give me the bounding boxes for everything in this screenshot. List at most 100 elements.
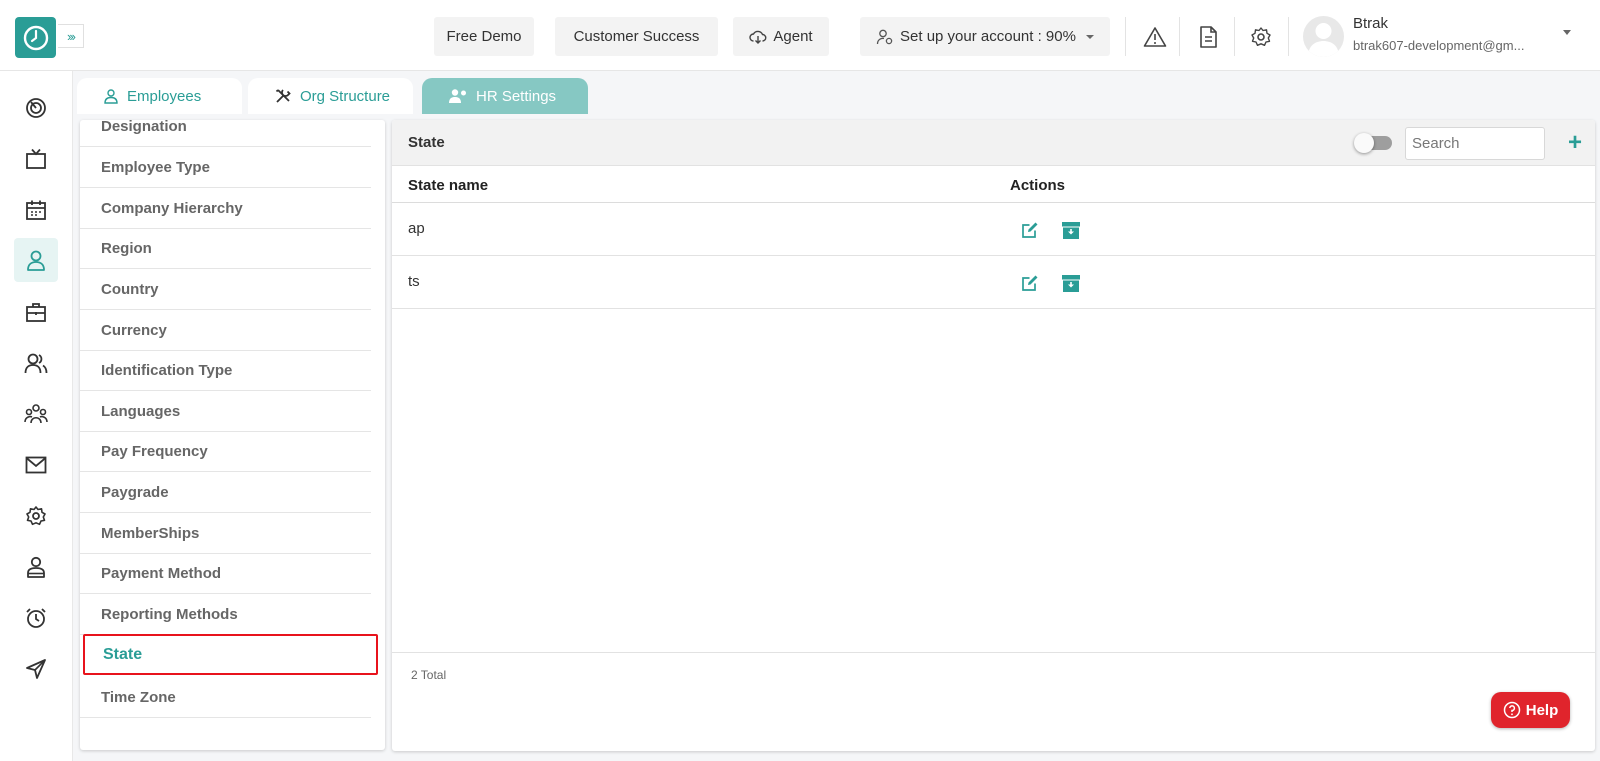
- settings-item-designation[interactable]: Designation: [80, 120, 371, 147]
- help-label: Help: [1525, 701, 1559, 719]
- settings-item-label: State: [103, 645, 143, 663]
- settings-gear-icon[interactable]: [1248, 24, 1274, 50]
- mail-icon[interactable]: [14, 443, 58, 487]
- team-icon[interactable]: [14, 392, 58, 436]
- tab-hr-settings[interactable]: HR Settings: [422, 78, 588, 114]
- settings-item-label: Languages: [101, 402, 181, 420]
- user-icon: [104, 89, 118, 104]
- tab-employees-label: Employees: [127, 87, 202, 105]
- gear-icon[interactable]: [14, 494, 58, 538]
- settings-item-label: Identification Type: [101, 361, 233, 379]
- settings-item-payment-method[interactable]: Payment Method: [80, 553, 371, 594]
- users-gear-icon: [449, 89, 466, 103]
- edit-icon[interactable]: [1019, 272, 1041, 294]
- settings-item-label: Designation: [101, 120, 187, 135]
- users-icon[interactable]: [14, 341, 58, 385]
- settings-item-memberships[interactable]: MemberShips: [80, 513, 371, 554]
- archive-icon[interactable]: [1060, 219, 1082, 241]
- cloud-download-icon: [749, 30, 767, 44]
- tools-icon: [275, 89, 291, 103]
- column-header-state-name: State name: [408, 177, 489, 194]
- settings-item-label: Country: [101, 280, 159, 298]
- table-row: ts: [392, 256, 1595, 309]
- avatar[interactable]: [1303, 16, 1344, 57]
- settings-item-label: Company Hierarchy: [101, 199, 243, 217]
- user-icon[interactable]: [14, 238, 58, 282]
- table-row: ap: [392, 203, 1595, 256]
- dashboard-icon[interactable]: [14, 86, 58, 130]
- settings-item-label: Paygrade: [101, 483, 169, 501]
- settings-item-identification-type[interactable]: Identification Type: [80, 350, 371, 391]
- settings-item-paygrade[interactable]: Paygrade: [80, 472, 371, 513]
- settings-item-state[interactable]: State: [83, 634, 378, 675]
- agent-button[interactable]: Agent: [733, 17, 829, 56]
- state-name-cell: ts: [408, 273, 420, 290]
- settings-item-label: Time Zone: [101, 688, 176, 706]
- calendar-icon[interactable]: [14, 188, 58, 232]
- settings-item-country[interactable]: Country: [80, 269, 371, 310]
- setup-account-button[interactable]: Set up your account : 90%: [860, 17, 1110, 56]
- help-button[interactable]: Help: [1491, 692, 1570, 728]
- left-nav-rail: [0, 71, 73, 761]
- search-input[interactable]: [1405, 127, 1545, 160]
- tab-hr-settings-label: HR Settings: [476, 87, 557, 105]
- customer-success-button[interactable]: Customer Success: [555, 17, 718, 56]
- document-icon[interactable]: [1195, 24, 1221, 50]
- user-gear-icon: [876, 29, 893, 44]
- user-menu-chevron-icon[interactable]: [1563, 30, 1571, 35]
- tv-icon[interactable]: [14, 137, 58, 181]
- chevron-down-icon: [1085, 34, 1094, 39]
- archive-toggle[interactable]: [1354, 133, 1392, 153]
- divider: [1179, 17, 1180, 56]
- settings-item-label: Employee Type: [101, 158, 210, 176]
- agent-label: Agent: [773, 28, 813, 45]
- settings-item-pay-frequency[interactable]: Pay Frequency: [80, 431, 371, 472]
- profile-icon[interactable]: [14, 545, 58, 589]
- user-email: btrak607-development@gm...: [1353, 38, 1525, 53]
- customer-success-label: Customer Success: [573, 28, 700, 45]
- free-demo-label: Free Demo: [446, 28, 522, 45]
- free-demo-button[interactable]: Free Demo: [434, 17, 534, 56]
- settings-item-label: Region: [101, 239, 152, 257]
- settings-item-label: Pay Frequency: [101, 442, 208, 460]
- settings-item-employee-type[interactable]: Employee Type: [80, 147, 371, 188]
- footer-divider: [392, 652, 1595, 653]
- divider: [1234, 17, 1235, 56]
- settings-item-reporting-methods[interactable]: Reporting Methods: [80, 594, 371, 635]
- panel-header: State +: [392, 120, 1595, 166]
- clock-logo-icon: [23, 25, 48, 50]
- archive-icon[interactable]: [1060, 272, 1082, 294]
- divider: [1125, 17, 1126, 56]
- top-bar: ››› Free Demo Customer Success Agent Set…: [0, 0, 1600, 71]
- state-panel: State + State name Actions ap ts 2 Total: [392, 120, 1595, 751]
- expand-sidebar-icon[interactable]: ›››: [58, 24, 84, 48]
- settings-item-currency[interactable]: Currency: [80, 310, 371, 351]
- hr-settings-menu: Designation Employee Type Company Hierar…: [80, 120, 385, 750]
- toggle-knob: [1354, 133, 1374, 153]
- alarm-icon[interactable]: [14, 596, 58, 640]
- settings-item-time-zone[interactable]: Time Zone: [80, 677, 371, 718]
- briefcase-icon[interactable]: [14, 290, 58, 334]
- settings-item-region[interactable]: Region: [80, 228, 371, 269]
- column-header-actions: Actions: [1010, 177, 1066, 194]
- state-name-cell: ap: [408, 220, 425, 237]
- tab-org-structure[interactable]: Org Structure: [248, 78, 413, 114]
- settings-item-label: MemberShips: [101, 524, 200, 542]
- user-name: Btrak: [1353, 15, 1389, 32]
- tab-employees[interactable]: Employees: [77, 78, 242, 114]
- tab-org-structure-label: Org Structure: [300, 87, 391, 105]
- app-logo[interactable]: [15, 17, 56, 58]
- settings-item-languages[interactable]: Languages: [80, 391, 371, 432]
- settings-item-company-hierarchy[interactable]: Company Hierarchy: [80, 188, 371, 229]
- help-circle-icon: [1503, 701, 1520, 719]
- setup-account-label: Set up your account : 90%: [900, 28, 1076, 45]
- panel-title: State: [408, 134, 445, 151]
- settings-item-label: Reporting Methods: [101, 605, 238, 623]
- send-icon[interactable]: [14, 647, 58, 691]
- warning-icon[interactable]: [1142, 24, 1168, 50]
- settings-item-label: Currency: [101, 321, 167, 339]
- edit-icon[interactable]: [1019, 219, 1041, 241]
- add-state-icon[interactable]: +: [1568, 128, 1582, 158]
- settings-item-label: Payment Method: [101, 564, 222, 582]
- table-header: State name Actions: [392, 166, 1595, 203]
